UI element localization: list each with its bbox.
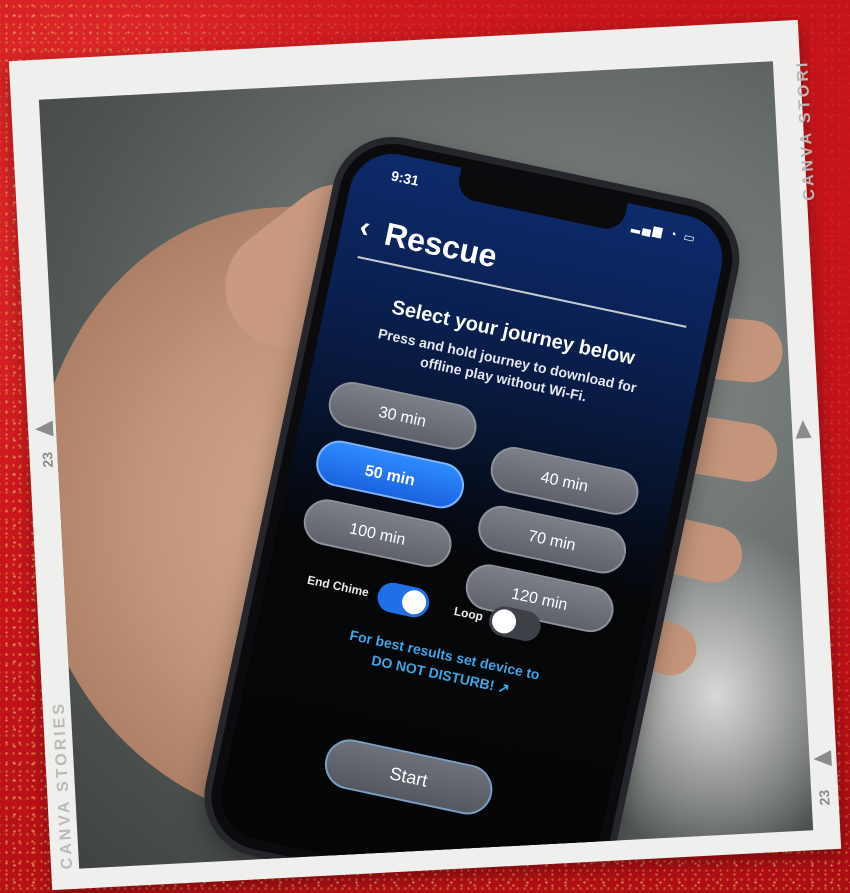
- toggle-knob: [399, 588, 429, 617]
- photo-frame: CANVA STORI CANVA STORIES 23 23 9:31 ▂▄▆…: [8, 19, 842, 891]
- end-chime-toggle[interactable]: [374, 579, 432, 621]
- status-time: 9:31: [389, 167, 421, 189]
- toggle-knob: [489, 607, 519, 636]
- dnd-note[interactable]: For best results set device to DO NOT DI…: [302, 616, 584, 713]
- notch: [455, 167, 628, 233]
- photo: 9:31 ▂▄▆ ◔ ▭ ‹ Rescue Select your journe…: [38, 61, 814, 869]
- film-marker-right: [794, 419, 812, 439]
- start-button[interactable]: Start: [320, 734, 497, 820]
- chevron-left-icon[interactable]: ‹: [357, 210, 374, 244]
- end-chime-label: End Chime: [306, 572, 371, 600]
- film-marker-left: [34, 420, 54, 438]
- external-link-icon: ↗: [496, 678, 512, 697]
- status-icons: ▂▄▆ ◔ ▭: [630, 218, 699, 246]
- film-number-left: 23: [39, 451, 56, 468]
- film-number-right: 23: [816, 789, 834, 806]
- film-marker-right-bottom: [813, 750, 832, 768]
